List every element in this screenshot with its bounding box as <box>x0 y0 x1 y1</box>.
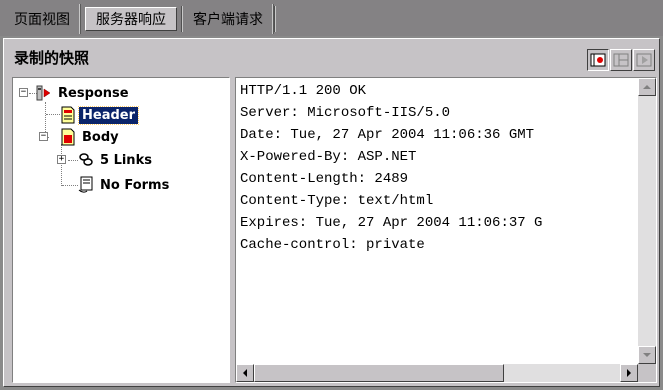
response-header-pane[interactable]: HTTP/1.1 200 OK Server: Microsoft-IIS/5.… <box>235 77 657 383</box>
arrow-right-icon <box>627 369 631 377</box>
collapse-body-toggle[interactable]: − <box>39 132 48 141</box>
split-view-button[interactable] <box>610 49 632 71</box>
panel-title: 录制的快照 <box>14 49 90 67</box>
tree-node-label: Response <box>58 85 129 101</box>
header-line: Server: Microsoft-IIS/5.0 <box>240 105 451 121</box>
tab-separator <box>274 6 276 32</box>
header-text: HTTP/1.1 200 OK Server: Microsoft-IIS/5.… <box>240 80 638 360</box>
header-line: Expires: Tue, 27 Apr 2004 11:06:37 G <box>240 215 543 231</box>
tree-node-body[interactable]: Body <box>59 127 122 147</box>
tree-node-label: Header <box>77 105 140 125</box>
snapshot-tree: − Response Header − Body + 5 Links No Fo… <box>12 77 230 383</box>
tree-connector <box>61 144 62 186</box>
header-line: Cache-control: private <box>240 237 425 253</box>
tree-node-header[interactable]: Header <box>59 105 140 125</box>
arrow-down-icon <box>643 353 651 357</box>
split-view-icon <box>613 53 629 67</box>
tree-node-label: 5 Links <box>100 152 152 168</box>
expand-links-toggle[interactable]: + <box>57 155 66 164</box>
header-line: HTTP/1.1 200 OK <box>240 83 367 99</box>
tree-node-forms[interactable]: No Forms <box>77 175 172 195</box>
tab-page-view[interactable]: 页面视图 <box>4 4 81 34</box>
snapshot-window: 页面视图 服务器响应 客户端请求 录制的快照 − Response Header… <box>0 0 663 390</box>
tab-client-request[interactable]: 客户端请求 <box>183 4 274 34</box>
arrow-up-icon <box>643 85 651 89</box>
vertical-scrollbar[interactable] <box>638 78 656 364</box>
play-button[interactable] <box>633 49 655 71</box>
header-page-icon <box>61 106 75 124</box>
tab-bar: 页面视图 服务器响应 客户端请求 <box>0 0 663 36</box>
tab-strip: 页面视图 服务器响应 客户端请求 <box>4 4 276 34</box>
header-line: Date: Tue, 27 Apr 2004 11:06:36 GMT <box>240 127 535 143</box>
tab-page-view-label: 页面视图 <box>14 12 70 28</box>
arrow-left-icon <box>243 369 247 377</box>
links-icon <box>79 153 93 166</box>
header-line: Content-Length: 2489 <box>240 171 409 187</box>
tree-connector <box>62 185 78 186</box>
tree-node-label: Body <box>82 129 119 145</box>
tree-node-response[interactable]: Response <box>35 83 132 103</box>
record-snapshot-button[interactable] <box>587 49 609 71</box>
scroll-right-button[interactable] <box>620 364 638 382</box>
header-line: Content-Type: text/html <box>240 193 434 209</box>
body-page-icon <box>61 128 75 146</box>
horizontal-scroll-thumb[interactable] <box>254 364 504 382</box>
scrollbar-corner <box>638 364 656 382</box>
scroll-left-button[interactable] <box>236 364 254 382</box>
tab-server-response[interactable]: 服务器响应 <box>85 7 177 31</box>
play-icon <box>636 53 652 67</box>
tree-connector <box>46 114 60 115</box>
response-icon <box>36 85 51 101</box>
record-snapshot-icon <box>590 53 606 67</box>
horizontal-scrollbar[interactable] <box>236 364 638 382</box>
snapshot-panel: 录制的快照 − Response Header − Body + 5 Links… <box>3 38 660 387</box>
tree-node-label: No Forms <box>100 177 170 193</box>
tab-client-request-label: 客户端请求 <box>193 12 263 28</box>
collapse-response-toggle[interactable]: − <box>19 88 28 97</box>
scroll-up-button[interactable] <box>638 78 656 96</box>
forms-icon <box>78 176 93 193</box>
header-line: X-Powered-By: ASP.NET <box>240 149 417 165</box>
tree-node-links[interactable]: 5 Links <box>77 150 155 170</box>
scroll-down-button[interactable] <box>638 346 656 364</box>
tab-server-response-label: 服务器响应 <box>96 12 166 28</box>
